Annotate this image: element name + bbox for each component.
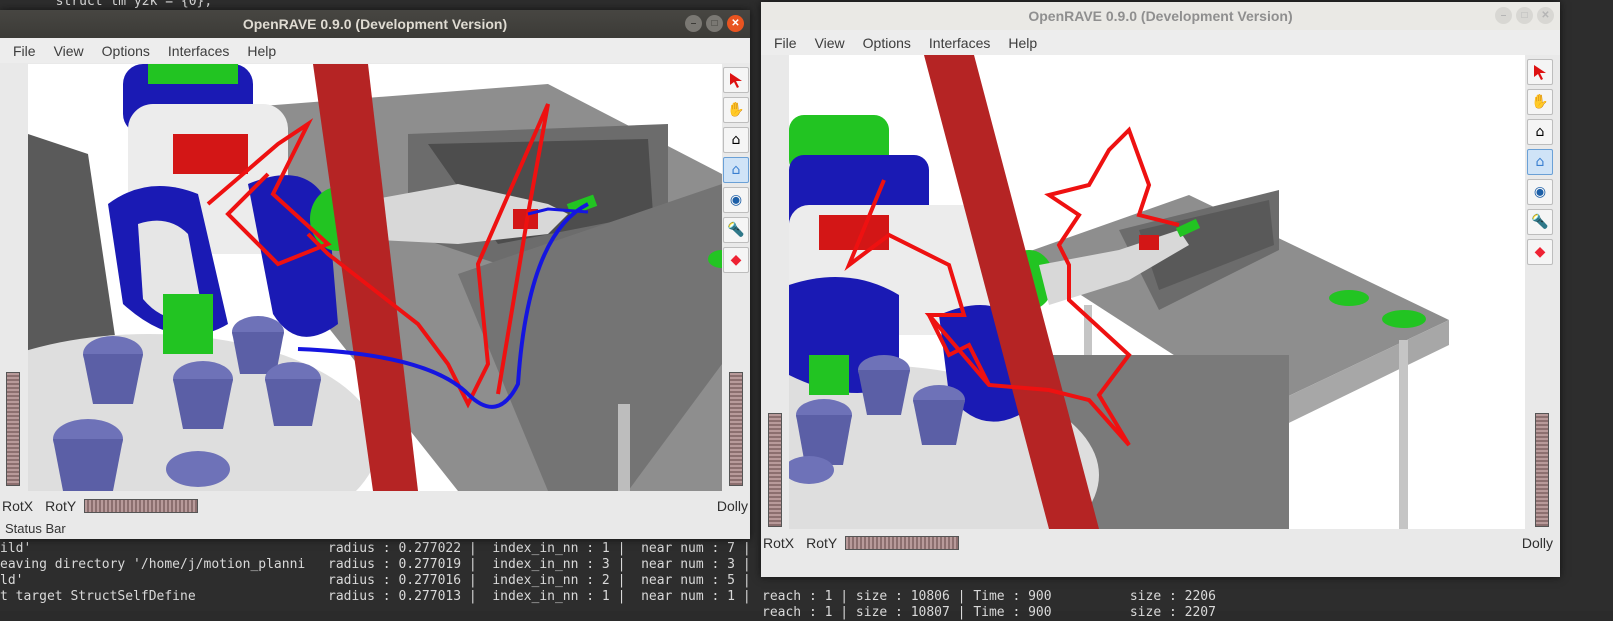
dolly-label: Dolly [1521,535,1553,551]
menu-help[interactable]: Help [999,35,1046,51]
terminal-line: radius : 0.277013 | index_in_nn : 1 | ne… [328,589,751,604]
dolly-thumbwheel[interactable] [729,372,743,486]
viewer-bottom-bar: RotX RotY Dolly [2,496,748,516]
maximize-button[interactable]: □ [706,15,723,32]
home-view-icon[interactable]: ⌂ [723,127,749,153]
close-button[interactable]: ✕ [727,15,744,32]
menu-view[interactable]: View [806,35,854,51]
home-view-icon[interactable]: ⌂ [1527,119,1553,145]
menu-options[interactable]: Options [93,43,159,59]
menu-view[interactable]: View [45,43,93,59]
scene-render [789,55,1525,529]
openrave-window-left: OpenRAVE 0.9.0 (Development Version) – □… [0,10,750,539]
viewer-bottom-bar: RotX RotY Dolly [763,533,1553,553]
openrave-window-right: OpenRAVE 0.9.0 (Development Version) – □… [761,2,1560,577]
minimize-button[interactable]: – [1495,7,1512,24]
dolly-thumbwheel[interactable] [1535,413,1549,527]
terminal-line: struct tm y2k = {0}; [40,0,213,9]
rotx-label: RotX [2,498,34,514]
render-mode-icon[interactable]: ◆ [723,247,749,273]
window-titlebar[interactable]: OpenRAVE 0.9.0 (Development Version) – □… [761,2,1560,30]
roty-label: RotY [806,535,838,551]
terminal-line: reach : 1 | size : 10806 | Time : 900 si… [762,589,1216,604]
roty-thumbwheel[interactable] [845,536,960,550]
hand-pan-icon[interactable]: ✋ [723,97,749,123]
scene-render [28,64,722,491]
3d-viewport[interactable] [28,64,722,491]
menu-file[interactable]: File [765,35,806,51]
terminal-line: ld' [0,573,24,588]
minimize-button[interactable]: – [685,15,702,32]
menu-options[interactable]: Options [854,35,920,51]
viewer-toolbar: ✋ ⌂ ⌂ ◉ 🔦 ◆ [1527,59,1553,265]
terminal-line: eaving directory '/home/j/motion_planni [0,557,306,572]
status-bar: Status Bar [5,521,66,536]
headlight-icon[interactable]: 🔦 [723,217,749,243]
set-home-view-icon[interactable]: ⌂ [723,157,749,183]
close-button[interactable]: ✕ [1537,7,1554,24]
terminal-line: t target StructSelfDefine [0,589,196,604]
render-mode-icon[interactable]: ◆ [1527,239,1553,265]
terminal-line: radius : 0.277016 | index_in_nn : 2 | ne… [328,573,751,588]
camera-eye-icon[interactable]: ◉ [723,187,749,213]
rotx-thumbwheel[interactable] [6,372,20,486]
set-home-view-icon[interactable]: ⌂ [1527,149,1553,175]
viewer-toolbar: ✋ ⌂ ⌂ ◉ 🔦 ◆ [723,67,749,273]
roty-thumbwheel[interactable] [84,499,199,513]
roty-label: RotY [45,498,77,514]
terminal-line: radius : 0.277022 | index_in_nn : 1 | ne… [328,541,751,556]
headlight-icon[interactable]: 🔦 [1527,209,1553,235]
menu-interfaces[interactable]: Interfaces [159,43,238,59]
menu-interfaces[interactable]: Interfaces [920,35,999,51]
terminal-line: reach : 1 | size : 10807 | Time : 900 si… [762,605,1216,620]
maximize-button[interactable]: □ [1516,7,1533,24]
select-arrow-icon[interactable] [723,67,749,93]
hand-pan-icon[interactable]: ✋ [1527,89,1553,115]
window-title: OpenRAVE 0.9.0 (Development Version) [1028,8,1293,24]
menubar: File View Options Interfaces Help [0,38,750,63]
terminal-line: radius : 0.277019 | index_in_nn : 3 | ne… [328,557,751,572]
terminal-line: ild' [0,541,32,556]
dolly-label: Dolly [716,498,748,514]
rotx-thumbwheel[interactable] [768,413,782,527]
camera-eye-icon[interactable]: ◉ [1527,179,1553,205]
menu-help[interactable]: Help [238,43,285,59]
window-titlebar[interactable]: OpenRAVE 0.9.0 (Development Version) – □… [0,10,750,38]
3d-viewport[interactable] [789,55,1525,529]
select-arrow-icon[interactable] [1527,59,1553,85]
window-title: OpenRAVE 0.9.0 (Development Version) [242,16,508,32]
rotx-label: RotX [763,535,795,551]
menu-file[interactable]: File [4,43,45,59]
menubar: File View Options Interfaces Help [761,30,1560,55]
